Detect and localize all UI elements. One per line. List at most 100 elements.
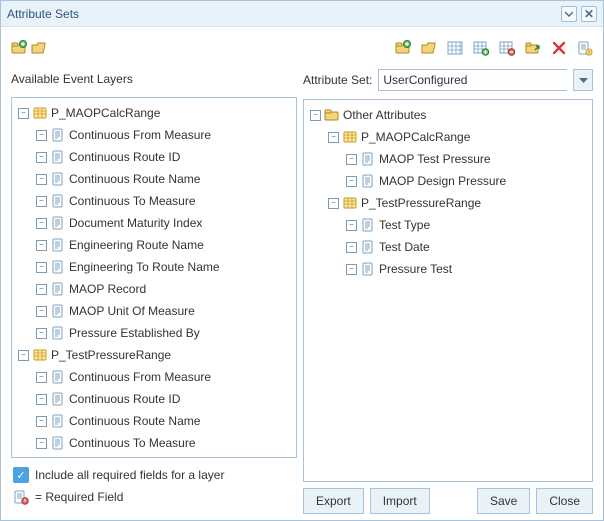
layer-field[interactable]: −Engineering Route Name [14, 234, 294, 256]
export-button[interactable]: Export [303, 488, 364, 514]
close-button[interactable]: Close [536, 488, 593, 514]
grid-remove-icon[interactable] [499, 40, 515, 56]
tree-toggle[interactable]: − [36, 394, 47, 405]
tree-toggle[interactable]: − [328, 198, 339, 209]
tree-node-label: P_TestPressureRange [361, 196, 481, 210]
available-layers-scroll[interactable]: −P_MAOPCalcRange−Continuous From Measure… [12, 98, 296, 457]
attribute-set-tree: −Other Attributes−P_MAOPCalcRange−MAOP T… [303, 99, 593, 482]
expand-all-icon[interactable] [11, 40, 27, 56]
attr-folder-root[interactable]: −Other Attributes [306, 104, 590, 126]
doc-icon [50, 237, 66, 253]
folder-icon [324, 107, 340, 123]
tree-toggle[interactable]: − [346, 264, 357, 275]
tree-toggle[interactable]: − [36, 438, 47, 449]
tree-toggle[interactable]: − [346, 242, 357, 253]
tree-toggle[interactable]: − [346, 176, 357, 187]
tree-toggle[interactable]: − [18, 108, 29, 119]
attribute-set-scroll[interactable]: −Other Attributes−P_MAOPCalcRange−MAOP T… [304, 100, 592, 481]
tree-toggle[interactable]: − [36, 152, 47, 163]
layer-field[interactable]: − Continuous From Measure [14, 124, 294, 146]
tree-node-label: Test Type [379, 218, 430, 232]
doc-icon [50, 149, 66, 165]
tree-toggle[interactable]: − [36, 306, 47, 317]
layer-field[interactable]: −Continuous Route ID [14, 388, 294, 410]
attribute-set-dropdown-button[interactable] [573, 69, 593, 91]
tree-node-label: Continuous Route Name [69, 172, 200, 186]
attr-field[interactable]: −Test Date [306, 236, 590, 258]
import-button[interactable]: Import [370, 488, 430, 514]
layer-field[interactable]: −Pressure Established By [14, 322, 294, 344]
attr-field[interactable]: − Test Type [306, 214, 590, 236]
save-button[interactable]: Save [477, 488, 530, 514]
tree-toggle[interactable]: − [310, 110, 321, 121]
close-window-button[interactable]: ✕ [581, 6, 597, 22]
tree-toggle[interactable]: − [36, 130, 47, 141]
grid-add-icon[interactable] [473, 40, 489, 56]
attr-group[interactable]: − P_MAOPCalcRange [306, 126, 590, 148]
tree-node-label: Continuous Route ID [69, 150, 180, 164]
layer-field[interactable]: − Continuous From Measure [14, 366, 294, 388]
layer-field[interactable]: −Document Maturity Index [14, 212, 294, 234]
doc-icon [360, 151, 376, 167]
tree-toggle[interactable]: − [36, 328, 47, 339]
tree-toggle[interactable]: − [18, 350, 29, 361]
attribute-set-dropdown[interactable]: UserConfigured [378, 69, 567, 91]
tree-toggle[interactable]: − [346, 154, 357, 165]
attr-field[interactable]: −MAOP Design Pressure [306, 170, 590, 192]
tree-node-label: P_MAOPCalcRange [361, 130, 470, 144]
layer-field[interactable]: − Continuous Route Name [14, 168, 294, 190]
tree-node-label: MAOP Test Pressure [379, 152, 491, 166]
collapse-all-icon[interactable] [31, 40, 47, 56]
attribute-set-label: Attribute Set: [303, 73, 372, 87]
layer-field[interactable]: −MAOP Record [14, 278, 294, 300]
open-folder-icon[interactable] [421, 40, 437, 56]
layer-icon [32, 105, 48, 121]
tree-node-label: Continuous To Measure [69, 436, 196, 450]
tree-node-label: P_MAOPCalcRange [51, 106, 160, 120]
doc-icon [50, 259, 66, 275]
tree-toggle[interactable]: − [36, 174, 47, 185]
available-layers-label: Available Event Layers [11, 67, 297, 91]
tree-node-label: Continuous From Measure [69, 128, 211, 142]
layer-group[interactable]: −P_TestPressureRange [14, 344, 294, 366]
layer-field[interactable]: −Engineering To Route Name [14, 256, 294, 278]
tree-toggle[interactable]: − [36, 372, 47, 383]
doc-icon [360, 261, 376, 277]
right-toolbar [303, 33, 593, 63]
attr-group[interactable]: − P_TestPressureRange [306, 192, 590, 214]
tree-toggle[interactable]: − [36, 196, 47, 207]
layer-field[interactable]: −Continuous To Measure [14, 190, 294, 212]
layer-field[interactable]: − Continuous To Measure [14, 432, 294, 454]
doc-icon [50, 193, 66, 209]
properties-icon[interactable] [577, 40, 593, 56]
tree-toggle[interactable]: − [36, 240, 47, 251]
attr-field[interactable]: − MAOP Test Pressure [306, 148, 590, 170]
layer-field[interactable]: −MAOP Unit Of Measure [14, 300, 294, 322]
available-layers-tree: −P_MAOPCalcRange−Continuous From Measure… [11, 97, 297, 458]
doc-icon [360, 217, 376, 233]
tree-toggle[interactable]: − [36, 218, 47, 229]
doc-icon [50, 281, 66, 297]
doc-icon [50, 171, 66, 187]
tree-node-label: Continuous From Measure [69, 370, 211, 384]
grid-icon[interactable] [447, 40, 463, 56]
tree-toggle[interactable]: − [36, 284, 47, 295]
delete-icon[interactable] [551, 40, 567, 56]
layer-field[interactable]: −Continuous Route Name [14, 410, 294, 432]
doc-icon [50, 369, 66, 385]
tree-toggle[interactable]: − [346, 220, 357, 231]
attr-field[interactable]: −Pressure Test [306, 258, 590, 280]
required-field-legend: = Required Field [35, 490, 123, 504]
include-required-checkbox[interactable]: ✓ [13, 467, 29, 483]
layer-group[interactable]: − P_MAOPCalcRange [14, 102, 294, 124]
collapse-button[interactable] [561, 6, 577, 22]
layer-field[interactable]: − Continuous Route ID [14, 146, 294, 168]
folder-share-icon[interactable] [525, 40, 541, 56]
tree-toggle[interactable]: − [36, 262, 47, 273]
new-folder-icon[interactable] [395, 40, 411, 56]
tree-toggle[interactable]: − [328, 132, 339, 143]
tree-toggle[interactable]: − [36, 416, 47, 427]
include-required-label: Include all required fields for a layer [35, 468, 224, 482]
left-toolbar [11, 33, 297, 63]
doc-icon [50, 325, 66, 341]
